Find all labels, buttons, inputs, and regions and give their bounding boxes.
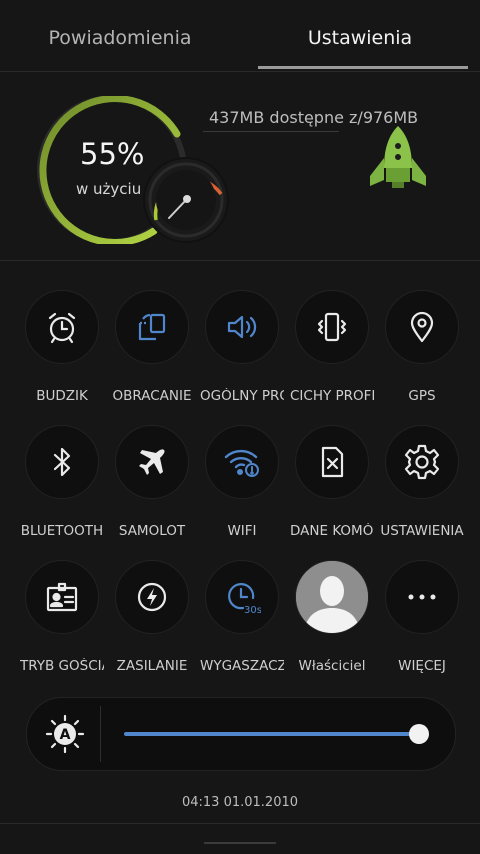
toggle-general-profile[interactable]: OGÓLNY PROFIL — [200, 290, 284, 404]
toggle-more[interactable]: WIĘCEJ — [384, 560, 460, 674]
user-avatar-icon — [295, 560, 369, 634]
no-sim-icon — [295, 425, 369, 499]
divider — [0, 823, 480, 824]
svg-text:30s: 30s — [244, 605, 261, 616]
brightness-control: A — [26, 697, 456, 771]
toggle-label: GPS — [408, 388, 436, 404]
drag-handle[interactable] — [204, 842, 276, 844]
toggle-airplane[interactable]: SAMOLOT — [114, 425, 190, 539]
toggle-label: WIĘCEJ — [398, 658, 446, 674]
airplane-icon — [115, 425, 189, 499]
toggle-label: WYGASZACZ — [200, 658, 284, 674]
more-dots-icon — [385, 560, 459, 634]
toggle-owner[interactable]: Właściciel — [294, 560, 370, 674]
toggle-mobile-data[interactable]: DANE KOMÓRKOWE — [290, 425, 374, 539]
date-time: 04:13 01.01.2010 — [181, 795, 299, 810]
toggle-rotate[interactable]: OBRACANIE — [113, 290, 192, 404]
tab-bar: Powiadomienia Ustawienia — [0, 0, 480, 72]
svg-text:A: A — [60, 727, 71, 743]
toggle-label: TRYB GOŚCIA — [20, 658, 104, 674]
gear-icon — [385, 425, 459, 499]
toggle-screen-timeout[interactable]: 30s WYGASZACZ — [200, 560, 284, 674]
divider — [0, 260, 480, 261]
rocket-icon[interactable] — [366, 124, 430, 194]
toggle-label: ZASILANIE — [116, 658, 188, 674]
auto-brightness-icon[interactable]: A — [45, 714, 85, 754]
toggle-label: DANE KOMÓRKOWE — [290, 523, 374, 539]
toggle-alarm[interactable]: BUDZIK — [24, 290, 100, 404]
tab-notifications[interactable]: Powiadomienia — [0, 0, 240, 70]
bluetooth-icon — [25, 425, 99, 499]
alarm-clock-icon — [25, 290, 99, 364]
divider — [0, 71, 480, 72]
speaker-icon — [205, 290, 279, 364]
toggle-wifi[interactable]: WIFI — [204, 425, 280, 539]
toggle-silent-profile[interactable]: CICHY PROFIL — [290, 290, 374, 404]
rotate-icon — [115, 290, 189, 364]
vibrate-icon — [295, 290, 369, 364]
toggle-label: OBRACANIE — [112, 388, 192, 404]
toggle-label: SAMOLOT — [118, 523, 186, 539]
toggle-label: WIFI — [227, 523, 257, 539]
divider — [100, 706, 101, 762]
toggle-settings[interactable]: USTAWIENIA — [380, 425, 464, 539]
toggle-label: BLUETOOTH — [20, 523, 104, 539]
brightness-slider-thumb[interactable] — [409, 724, 429, 744]
toggle-label: BUDZIK — [36, 388, 88, 404]
toggle-guest-mode[interactable]: TRYB GOŚCIA — [20, 560, 104, 674]
location-pin-icon — [385, 290, 459, 364]
toggle-label: Właściciel — [298, 658, 366, 674]
memory-usage-label: w użyciu — [76, 180, 142, 198]
toggle-label: CICHY PROFIL — [290, 388, 374, 404]
brightness-slider-track[interactable] — [124, 732, 420, 736]
callout-line — [203, 131, 339, 132]
timer-30s-icon: 30s — [205, 560, 279, 634]
tab-settings[interactable]: Ustawienia — [240, 0, 480, 70]
wifi-icon — [205, 425, 279, 499]
toggle-gps[interactable]: GPS — [384, 290, 460, 404]
memory-percent: 55% — [80, 137, 145, 171]
toggle-label: OGÓLNY PROFIL — [200, 388, 284, 404]
power-bolt-icon — [115, 560, 189, 634]
active-tab-indicator — [258, 66, 468, 69]
toggle-bluetooth[interactable]: BLUETOOTH — [21, 425, 103, 539]
toggle-label: USTAWIENIA — [380, 523, 464, 539]
toggle-power[interactable]: ZASILANIE — [114, 560, 190, 674]
guest-badge-icon — [25, 560, 99, 634]
